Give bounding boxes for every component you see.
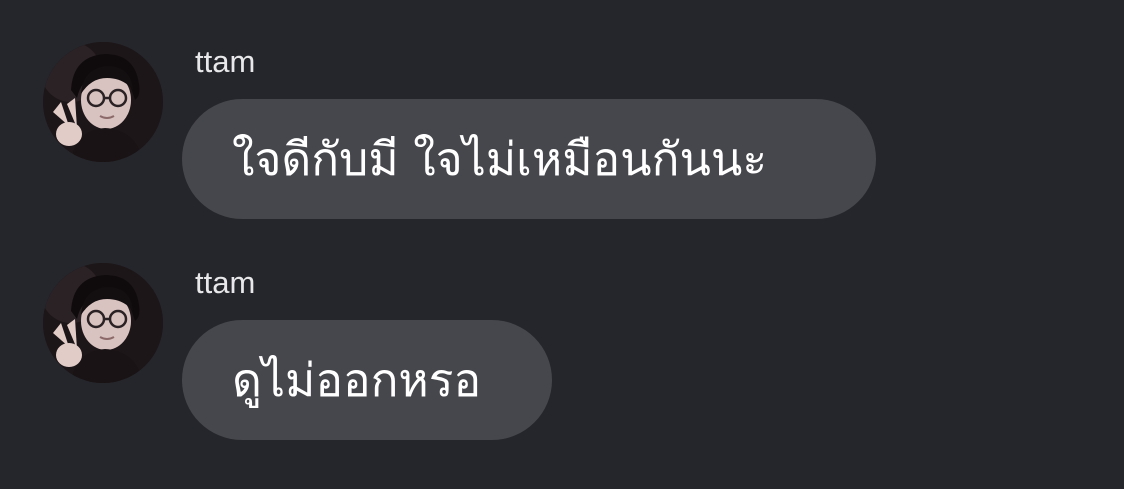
message-bubble[interactable]: ดูไม่ออกหรอ <box>182 320 552 440</box>
avatar[interactable] <box>43 263 163 383</box>
user-avatar-photo-icon <box>43 263 163 383</box>
chat-thread: ttam ใจดีกับมี ใจไม่เหมือนกันนะ ttam ดูไ… <box>0 0 1124 489</box>
message-bubble[interactable]: ใจดีกับมี ใจไม่เหมือนกันนะ <box>182 99 876 219</box>
username: ttam <box>195 265 256 300</box>
user-avatar-photo-icon <box>43 42 163 162</box>
message-text: ใจดีกับมี ใจไม่เหมือนกันนะ <box>232 132 768 186</box>
username: ttam <box>195 44 256 79</box>
message-text: ดูไม่ออกหรอ <box>232 353 482 407</box>
avatar[interactable] <box>43 42 163 162</box>
